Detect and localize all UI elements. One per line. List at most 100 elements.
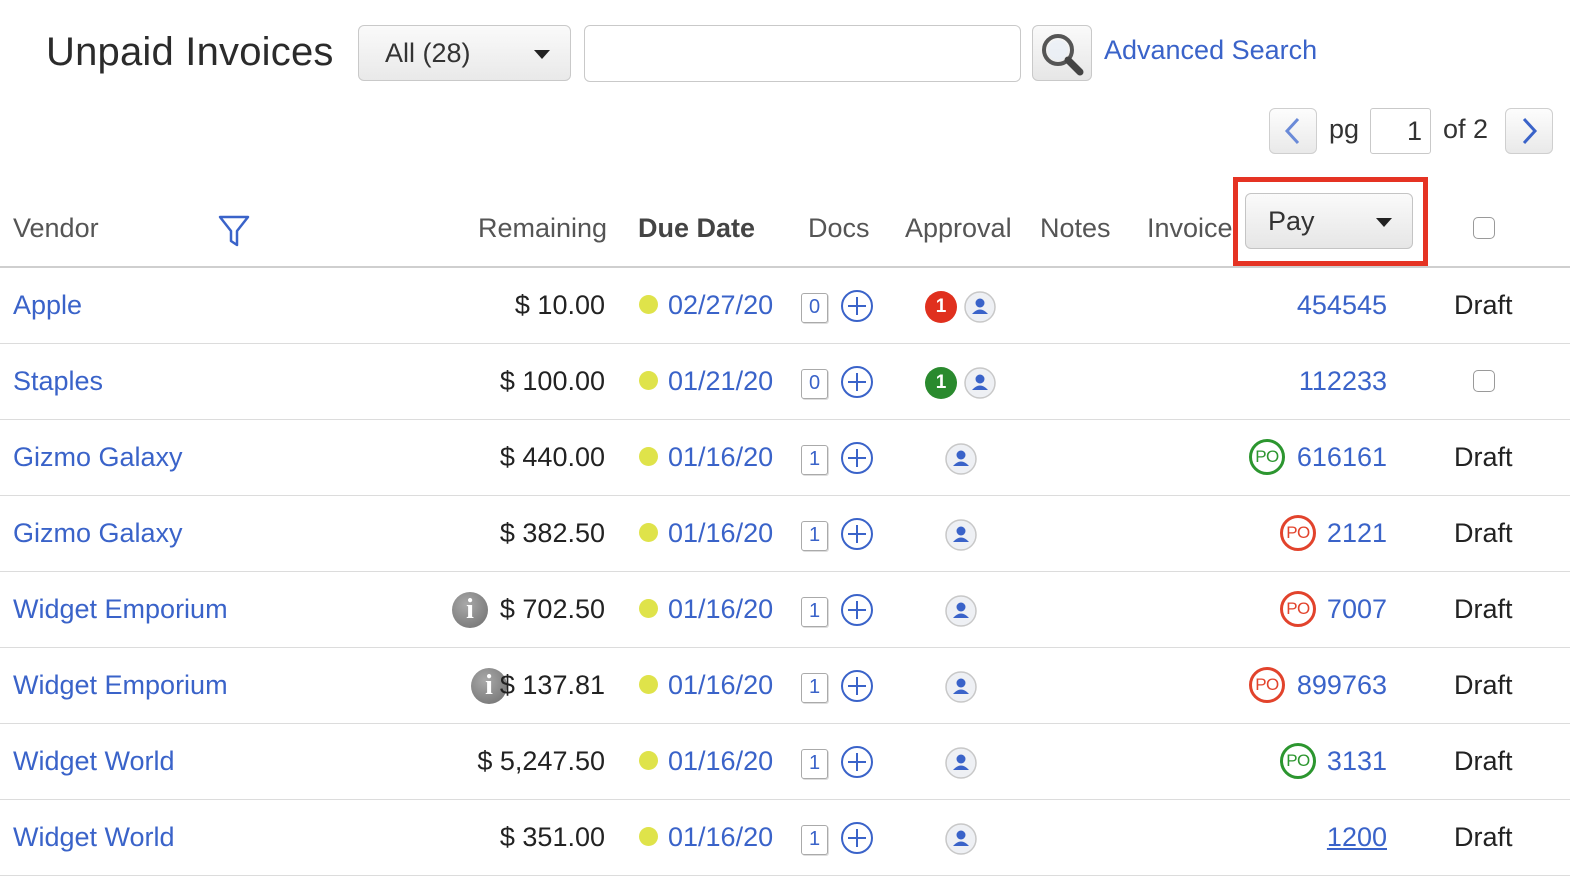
due-status-dot [639,447,658,466]
due-date-link[interactable]: 01/16/20 [668,419,773,495]
select-all-checkbox[interactable] [1473,217,1495,239]
column-header-due-date[interactable]: Due Date [638,213,755,244]
add-doc-icon[interactable] [840,593,874,627]
invoice-number-link[interactable]: 1200 [1327,799,1387,875]
next-page-button[interactable] [1505,108,1553,154]
doc-count[interactable]: 1 [801,597,828,627]
doc-count[interactable]: 1 [801,825,828,855]
table-row: Apple $ 10.00 02/27/20 0 1 454545 Draft [0,267,1570,344]
approver-user-icon[interactable] [945,671,977,703]
invoice-number-link[interactable]: 3131 [1327,723,1387,799]
status-label: Draft [1454,746,1513,776]
approver-user-icon[interactable] [945,823,977,855]
previous-page-button[interactable] [1269,108,1317,154]
approval-count-badge[interactable]: 1 [925,367,957,399]
add-doc-icon[interactable] [840,517,874,551]
due-status-dot [639,675,658,694]
add-doc-icon[interactable] [840,821,874,855]
due-status-dot [639,523,658,542]
invoice-number-link[interactable]: 112233 [1299,343,1387,419]
add-doc-icon[interactable] [840,289,874,323]
remaining-amount: $ 702.50 [499,594,605,624]
table-row: Gizmo Galaxy $ 382.50 01/16/20 1 PO 2121 Draft [0,495,1570,572]
invoice-filter-dropdown[interactable]: All (28) [358,25,571,81]
doc-count[interactable]: 0 [801,369,828,399]
column-header-approval[interactable]: Approval [905,213,1012,244]
doc-count[interactable]: 1 [801,673,828,703]
table-row: Widget Emporium i $ 137.81 01/16/20 1 PO 89976… [0,647,1570,724]
add-doc-icon[interactable] [840,441,874,475]
approver-user-icon[interactable] [945,595,977,627]
chevron-right-icon [1522,117,1538,145]
po-badge[interactable]: PO [1280,743,1316,779]
due-date-link[interactable]: 01/16/20 [668,799,773,875]
invoice-number-link[interactable]: 454545 [1297,267,1387,343]
approval-count-badge[interactable]: 1 [925,291,957,323]
po-badge[interactable]: PO [1280,515,1316,551]
column-header-docs[interactable]: Docs [808,213,870,244]
info-icon[interactable]: i [452,592,488,628]
status-label: Draft [1454,290,1513,320]
po-badge[interactable]: PO [1280,591,1316,627]
doc-count[interactable]: 1 [801,749,828,779]
table-row: Widget World $ 351.00 01/16/20 1 1200 Draft [0,799,1570,876]
vendor-link[interactable]: Gizmo Galaxy [13,419,183,495]
remaining-amount: $ 351.00 [499,822,605,852]
remaining-amount: $ 10.00 [514,290,605,320]
due-date-link[interactable]: 01/16/20 [668,647,773,723]
due-status-dot [639,295,658,314]
vendor-link[interactable]: Widget World [13,723,175,799]
chevron-left-icon [1284,117,1300,145]
approver-user-icon[interactable] [945,747,977,779]
vendor-link[interactable]: Staples [13,343,103,419]
column-header-notes[interactable]: Notes [1040,213,1111,244]
column-header-invoice[interactable]: Invoice [1147,213,1235,244]
add-doc-icon[interactable] [840,745,874,779]
due-date-link[interactable]: 01/16/20 [668,571,773,647]
approver-user-icon[interactable] [945,519,977,551]
status-label: Draft [1454,822,1513,852]
due-status-dot [639,827,658,846]
due-date-link[interactable]: 01/21/20 [668,343,773,419]
vendor-link[interactable]: Gizmo Galaxy [13,495,183,571]
advanced-search-link[interactable]: Advanced Search [1104,35,1317,66]
due-date-link[interactable]: 01/16/20 [668,723,773,799]
remaining-amount: $ 137.81 [499,670,605,700]
pay-action-dropdown[interactable]: Pay [1245,193,1413,249]
invoice-number-link[interactable]: 899763 [1297,647,1387,723]
approver-user-icon[interactable] [964,367,996,399]
search-button[interactable] [1032,25,1092,81]
column-header-remaining[interactable]: Remaining [478,213,607,244]
due-date-link[interactable]: 02/27/20 [668,267,773,343]
filter-dropdown-value: All (28) [385,38,471,68]
vendor-link[interactable]: Widget Emporium [13,571,228,647]
page-label: pg [1329,114,1360,144]
caret-down-icon [1376,218,1392,227]
doc-count[interactable]: 0 [801,293,828,323]
po-badge[interactable]: PO [1249,439,1285,475]
approver-user-icon[interactable] [964,291,996,323]
invoice-number-link[interactable]: 2121 [1327,495,1387,571]
doc-count[interactable]: 1 [801,445,828,475]
invoice-number-link[interactable]: 616161 [1297,419,1387,495]
column-header-vendor[interactable]: Vendor [13,213,99,244]
invoice-number-link[interactable]: 7007 [1327,571,1387,647]
vendor-link[interactable]: Apple [13,267,82,343]
po-badge[interactable]: PO [1249,667,1285,703]
vendor-link[interactable]: Widget World [13,799,175,875]
due-date-link[interactable]: 01/16/20 [668,495,773,571]
add-doc-icon[interactable] [840,365,874,399]
pay-dropdown-value: Pay [1268,206,1315,236]
page-number-input[interactable] [1370,108,1431,154]
add-doc-icon[interactable] [840,669,874,703]
due-status-dot [639,751,658,770]
remaining-amount: $ 382.50 [499,518,605,548]
table-row: Staples $ 100.00 01/21/20 0 1 112233 [0,343,1570,420]
approver-user-icon[interactable] [945,443,977,475]
remaining-amount: $ 5,247.50 [477,746,605,776]
doc-count[interactable]: 1 [801,521,828,551]
row-select-checkbox[interactable] [1473,370,1495,392]
search-input[interactable] [584,25,1021,82]
filter-icon[interactable] [217,213,251,249]
vendor-link[interactable]: Widget Emporium [13,647,228,723]
